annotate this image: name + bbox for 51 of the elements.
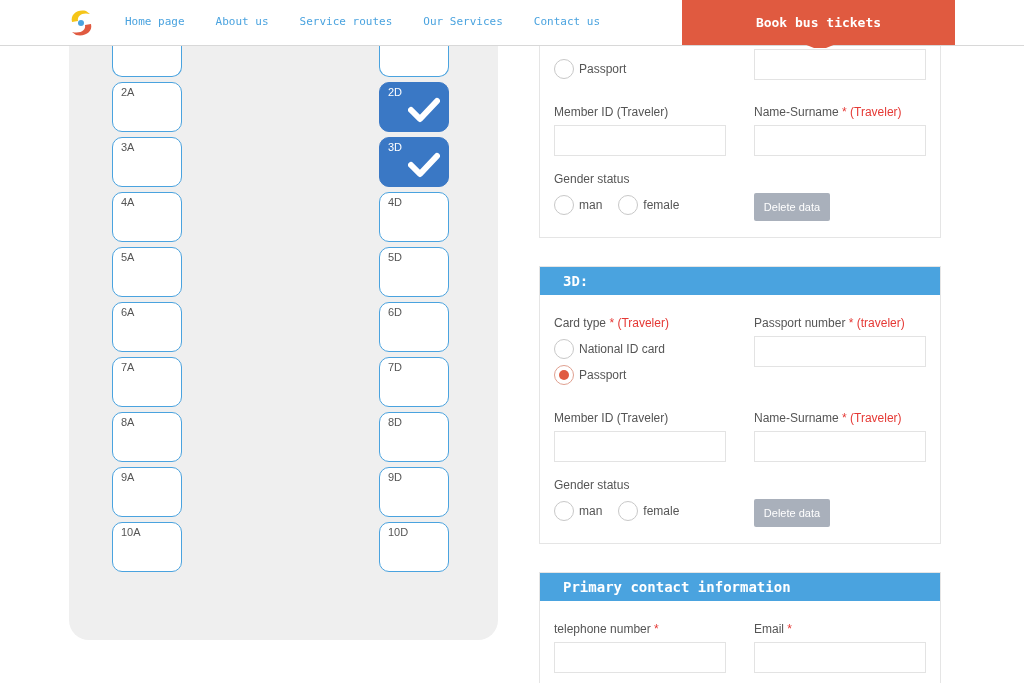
pointer-icon bbox=[804, 44, 836, 48]
text-field[interactable] bbox=[754, 336, 926, 367]
seat[interactable]: 3D bbox=[379, 137, 449, 187]
field-label: Card type * (Traveler) bbox=[554, 315, 670, 331]
text-field[interactable] bbox=[754, 642, 926, 673]
seat[interactable]: 9D bbox=[379, 467, 449, 517]
field-label: Member ID (Traveler) bbox=[554, 410, 670, 426]
text-field[interactable] bbox=[754, 125, 926, 156]
radio-option[interactable]: female bbox=[618, 498, 680, 524]
field-label: Email * bbox=[754, 621, 794, 637]
seat[interactable]: 4D bbox=[379, 192, 449, 242]
field-label: Passport number * (traveler) bbox=[754, 315, 906, 331]
checkmark-icon bbox=[408, 97, 440, 123]
radio-option[interactable]: man bbox=[554, 498, 603, 524]
field-label: Name-Surname * (Traveler) bbox=[754, 104, 903, 120]
seat[interactable] bbox=[112, 46, 182, 77]
seat[interactable]: 8D bbox=[379, 412, 449, 462]
field-label: Name-Surname * (Traveler) bbox=[754, 410, 903, 426]
seat[interactable]: 2D bbox=[379, 82, 449, 132]
seat[interactable]: 4A bbox=[112, 192, 182, 242]
radio-option[interactable]: National ID card bbox=[554, 336, 726, 362]
checkmark-icon bbox=[408, 152, 440, 178]
section-header: 3D: bbox=[540, 267, 940, 295]
text-field[interactable] bbox=[554, 125, 726, 156]
radio-option[interactable]: female bbox=[618, 192, 680, 218]
radio-option[interactable]: Passport bbox=[554, 56, 726, 82]
text-field[interactable] bbox=[554, 642, 726, 673]
radio-option[interactable]: Passport bbox=[554, 362, 726, 388]
seat[interactable]: 10A bbox=[112, 522, 182, 572]
seat[interactable]: 10D bbox=[379, 522, 449, 572]
seat[interactable]: 3A bbox=[112, 137, 182, 187]
seat[interactable]: 2A bbox=[112, 82, 182, 132]
seat[interactable] bbox=[379, 46, 449, 77]
seat[interactable]: 9A bbox=[112, 467, 182, 517]
field-label: Member ID (Traveler) bbox=[554, 104, 670, 120]
radio-option[interactable]: man bbox=[554, 192, 603, 218]
field-label: telephone number * bbox=[554, 621, 660, 637]
text-field[interactable] bbox=[754, 431, 926, 462]
seat[interactable]: 6D bbox=[379, 302, 449, 352]
seat[interactable]: 6A bbox=[112, 302, 182, 352]
book-tickets-button[interactable]: Book bus tickets bbox=[682, 0, 955, 45]
field-label: Gender status bbox=[554, 477, 631, 493]
seat[interactable]: 8A bbox=[112, 412, 182, 462]
seat[interactable]: 7A bbox=[112, 357, 182, 407]
seat[interactable]: 5D bbox=[379, 247, 449, 297]
text-field[interactable] bbox=[754, 49, 926, 80]
section-header: Primary contact information bbox=[540, 573, 940, 601]
text-field[interactable] bbox=[554, 431, 726, 462]
seat[interactable]: 7D bbox=[379, 357, 449, 407]
field-label: Gender status bbox=[554, 171, 631, 187]
seat[interactable]: 5A bbox=[112, 247, 182, 297]
